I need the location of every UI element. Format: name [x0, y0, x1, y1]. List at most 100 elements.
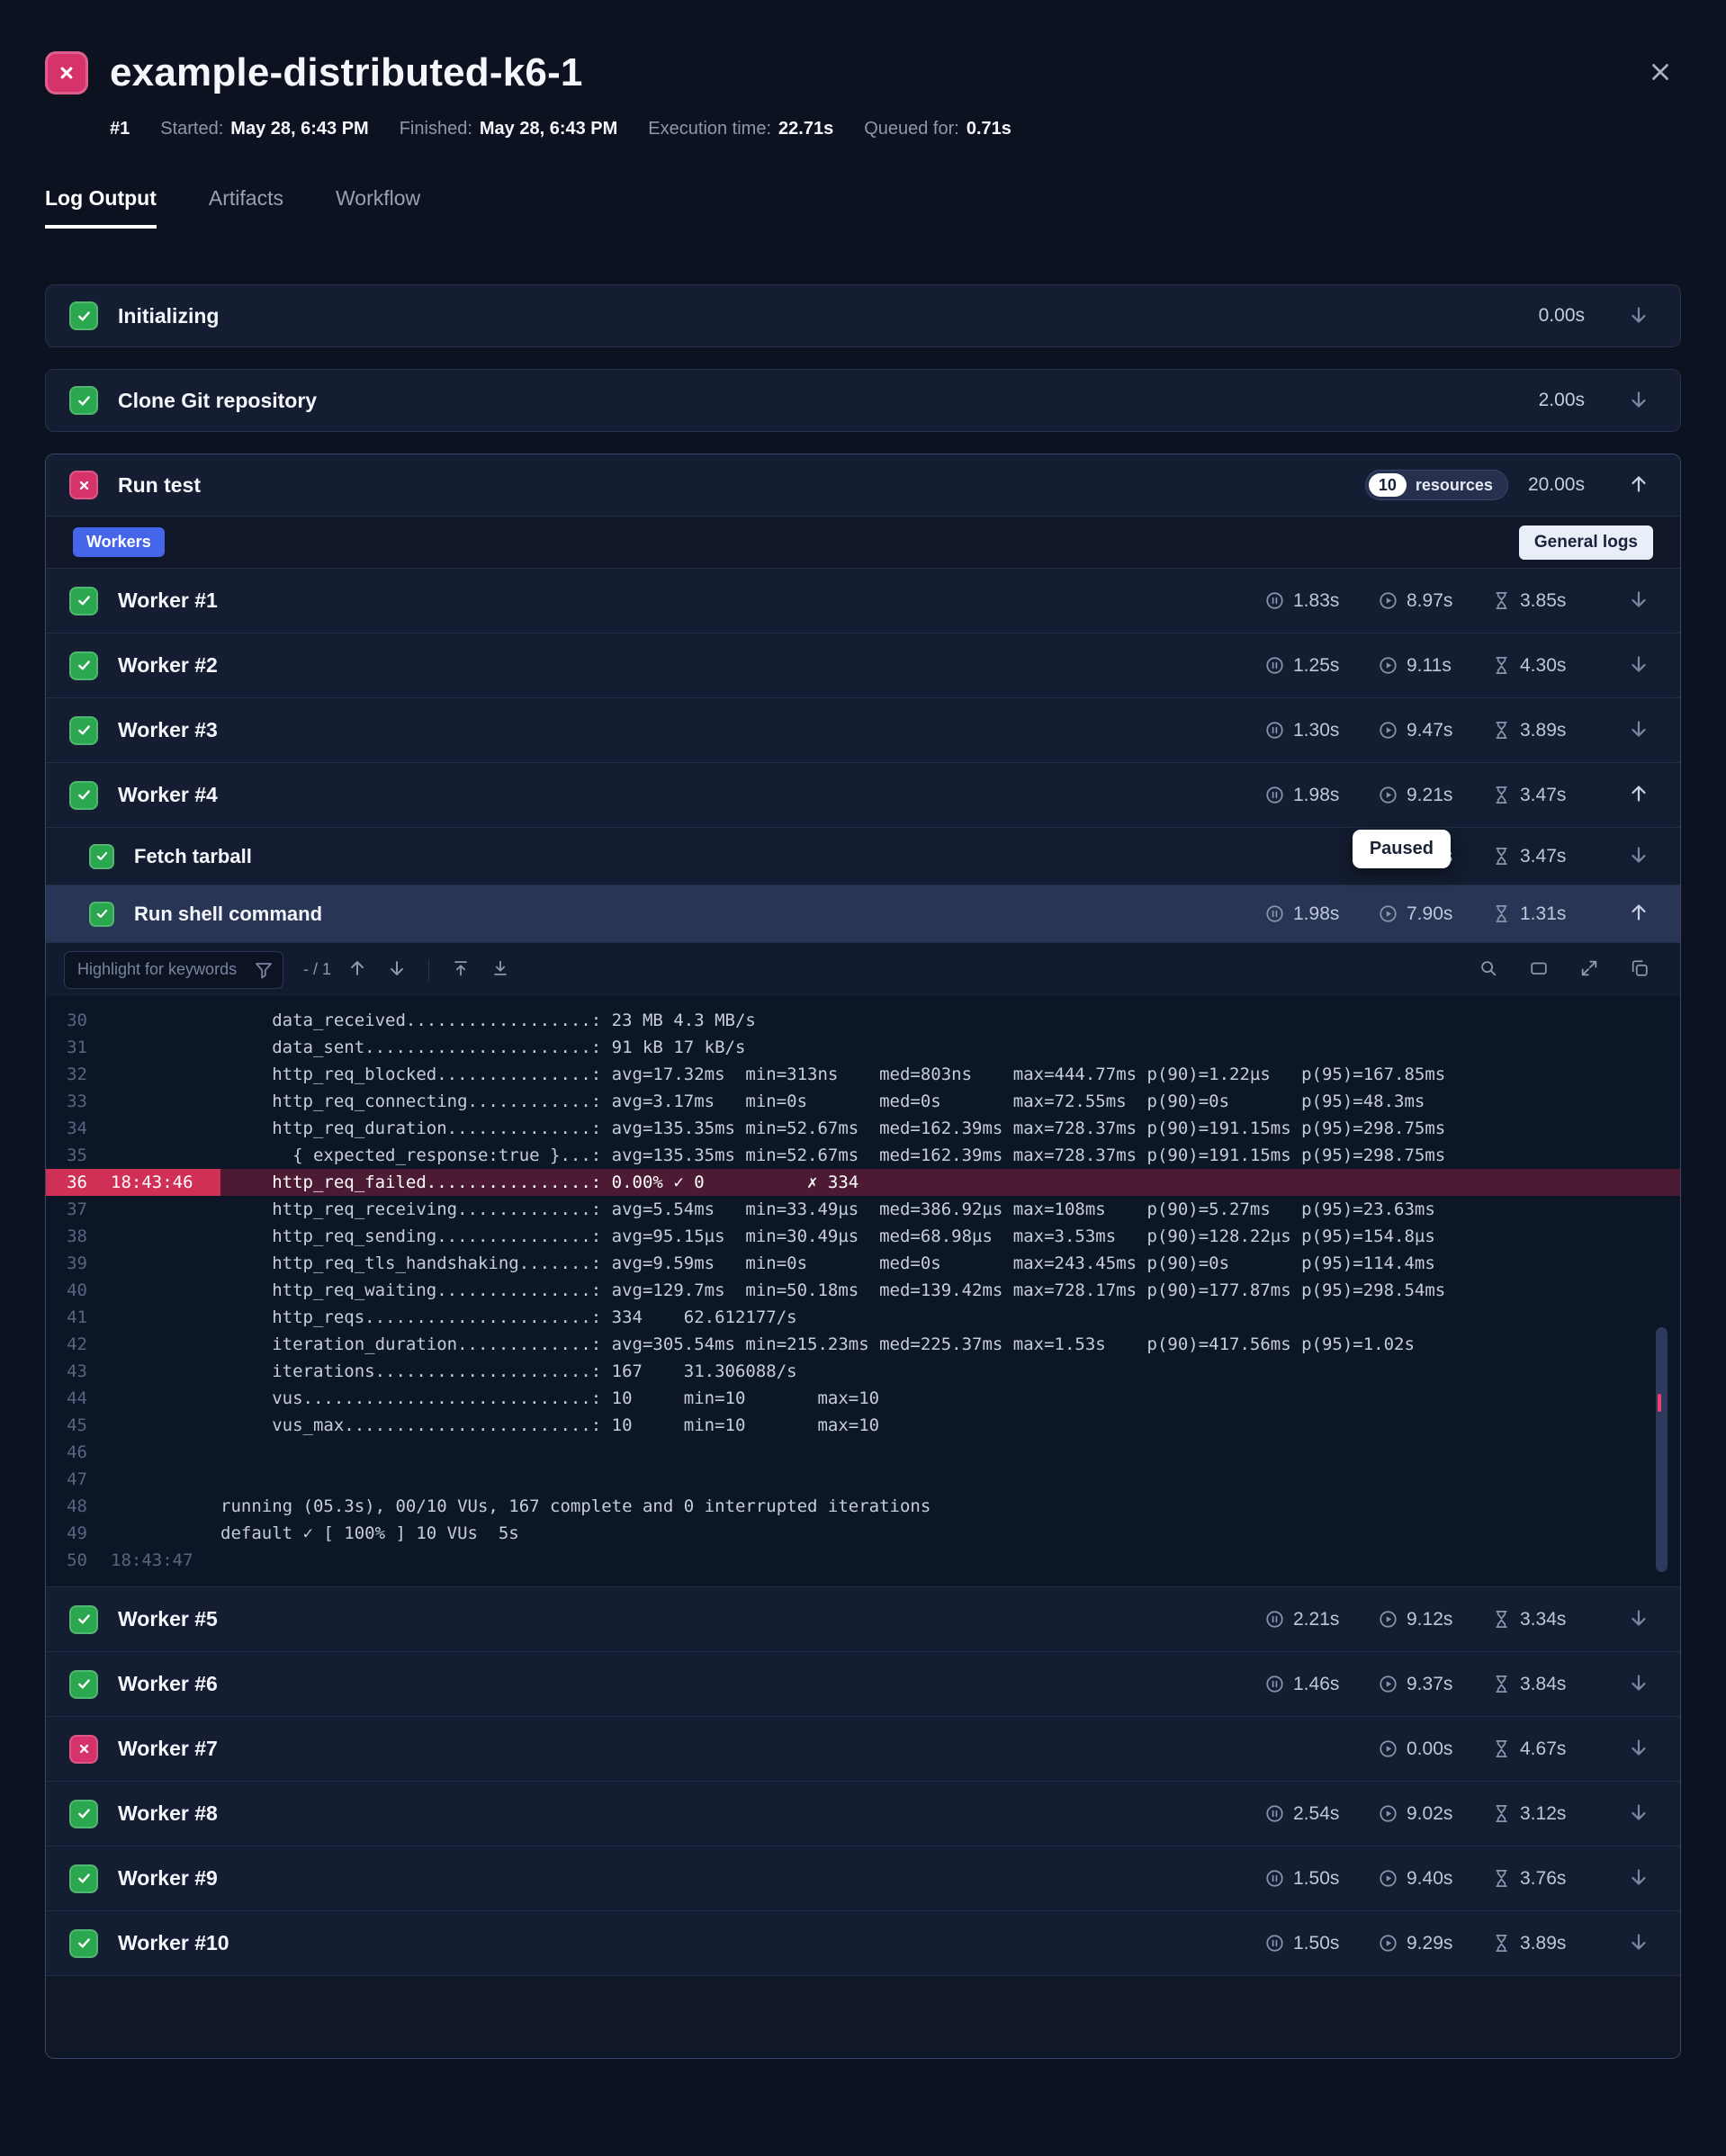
step-header-initializing[interactable]: Initializing 0.00s: [46, 285, 1680, 346]
step-header-clone-git-repository[interactable]: Clone Git repository 2.00s: [46, 370, 1680, 431]
run-test-toolbar: Workers General logs: [46, 516, 1680, 568]
log-line: 39 http_req_tls_handshaking.......: avg=…: [46, 1250, 1680, 1277]
close-button[interactable]: [1640, 52, 1681, 94]
worker-stats: 2.21s 9.12s 3.34s: [1264, 1609, 1605, 1630]
next-match-button[interactable]: [380, 953, 414, 987]
close-icon: [1647, 58, 1674, 88]
expand-arrow-button[interactable]: [1621, 1796, 1657, 1832]
line-number[interactable]: 50: [46, 1547, 87, 1574]
fullscreen-button[interactable]: [1572, 953, 1606, 987]
step-header-run-test[interactable]: Run test 10 resources 20.00s: [46, 454, 1680, 516]
line-timestamp: [87, 1088, 220, 1115]
line-number[interactable]: 49: [46, 1520, 87, 1547]
job-header: example-distributed-k6-1: [45, 50, 1681, 95]
expand-arrow-button[interactable]: [1621, 298, 1657, 334]
tab-artifacts[interactable]: Artifacts: [209, 186, 283, 229]
worker-row-10[interactable]: Worker #10 1.50s 9.29s 3.89s: [46, 1910, 1680, 1975]
line-number[interactable]: 32: [46, 1061, 87, 1088]
expand-arrow-button[interactable]: [1621, 713, 1657, 749]
line-number[interactable]: 37: [46, 1196, 87, 1223]
log-scrollbar[interactable]: [1656, 1327, 1668, 1572]
worker-row-5[interactable]: Worker #5 2.21s 9.12s 3.34s: [46, 1586, 1680, 1651]
failed-icon: [69, 471, 98, 499]
expand-arrow-button[interactable]: [1621, 583, 1657, 619]
waiting-duration: 3.12s: [1491, 1803, 1605, 1825]
tab-workflow[interactable]: Workflow: [336, 186, 420, 229]
line-number[interactable]: 44: [46, 1385, 87, 1412]
expand-arrow-button[interactable]: [1621, 382, 1657, 418]
line-text: http_req_duration..............: avg=135…: [220, 1115, 1680, 1142]
line-number[interactable]: 45: [46, 1412, 87, 1439]
line-number[interactable]: 38: [46, 1223, 87, 1250]
waiting-duration: 3.47s: [1491, 846, 1605, 867]
collapse-arrow-button[interactable]: [1621, 896, 1657, 932]
log-line: 33 http_req_connecting............: avg=…: [46, 1088, 1680, 1115]
search-logs-button[interactable]: [1471, 953, 1506, 987]
previous-match-button[interactable]: [340, 953, 374, 987]
paused-duration: 1.25s: [1264, 655, 1378, 677]
line-number[interactable]: 30: [46, 1007, 87, 1034]
play-icon: [1378, 1868, 1398, 1889]
success-icon: [69, 1864, 98, 1893]
chevron-up-icon: [1628, 902, 1650, 926]
worker-row-3[interactable]: Worker #3 1.30s 9.47s 3.89s: [46, 697, 1680, 762]
expand-arrow-button[interactable]: [1621, 1861, 1657, 1897]
jump-to-bottom-button[interactable]: [483, 953, 517, 987]
line-text: [220, 1439, 1680, 1466]
substep-fetch-tarball[interactable]: Paused Fetch tarball 0.00s 3.47s: [46, 827, 1680, 885]
substep-name: Fetch tarball: [134, 845, 252, 868]
paused-duration: 2.21s: [1264, 1609, 1378, 1630]
filter-funnel-icon[interactable]: [253, 959, 274, 981]
pause-icon: [1264, 655, 1285, 676]
expand-arrow-button[interactable]: [1621, 1602, 1657, 1638]
expand-arrow-button[interactable]: [1621, 648, 1657, 684]
line-number[interactable]: 33: [46, 1088, 87, 1115]
pause-icon: [1264, 1933, 1285, 1954]
worker-row-6[interactable]: Worker #6 1.46s 9.37s 3.84s: [46, 1651, 1680, 1716]
log-output: 30 data_received..................: 23 M…: [46, 996, 1680, 1586]
line-number[interactable]: 41: [46, 1304, 87, 1331]
worker-row-8[interactable]: Worker #8 2.54s 9.02s 3.12s: [46, 1781, 1680, 1846]
expand-arrow-button[interactable]: [1621, 1926, 1657, 1962]
play-icon: [1378, 720, 1398, 741]
line-number[interactable]: 42: [46, 1331, 87, 1358]
line-number[interactable]: 40: [46, 1277, 87, 1304]
running-duration: 7.90s: [1378, 903, 1491, 925]
line-number[interactable]: 34: [46, 1115, 87, 1142]
collapse-arrow-button[interactable]: [1621, 777, 1657, 813]
expand-arrow-button[interactable]: [1621, 1731, 1657, 1767]
collapse-arrow-button[interactable]: [1621, 467, 1657, 503]
expand-arrow-button[interactable]: [1621, 839, 1657, 875]
line-text: http_req_blocked...............: avg=17.…: [220, 1061, 1680, 1088]
worker-row-2[interactable]: Worker #2 1.25s 9.11s 4.30s: [46, 633, 1680, 697]
chevron-down-icon: [1628, 1607, 1650, 1631]
line-number[interactable]: 43: [46, 1358, 87, 1385]
play-icon: [1378, 785, 1398, 805]
line-number[interactable]: 36: [46, 1169, 87, 1196]
line-text: http_reqs......................: 334 62.…: [220, 1304, 1680, 1331]
line-number[interactable]: 39: [46, 1250, 87, 1277]
line-number[interactable]: 31: [46, 1034, 87, 1061]
worker-row-4[interactable]: Worker #4 1.98s 9.21s 3.47s: [46, 762, 1680, 827]
expand-arrow-button[interactable]: [1621, 1666, 1657, 1702]
workers-tab[interactable]: Workers: [73, 527, 165, 557]
jump-to-top-button[interactable]: [444, 953, 478, 987]
log-line: 35 { expected_response:true }...: avg=13…: [46, 1142, 1680, 1169]
highlight-keywords-input[interactable]: [64, 951, 283, 989]
hourglass-icon: [1491, 1803, 1512, 1824]
line-number[interactable]: 46: [46, 1439, 87, 1466]
chevron-down-icon: [1628, 389, 1650, 413]
pause-icon: [1264, 1803, 1285, 1824]
chevron-down-icon: [1628, 1737, 1650, 1761]
worker-row-1[interactable]: Worker #1 1.83s 8.97s 3.85s: [46, 568, 1680, 633]
substep-run-shell-command[interactable]: Run shell command 1.98s 7.90s 1.31s: [46, 885, 1680, 942]
line-number[interactable]: 48: [46, 1493, 87, 1520]
wrap-lines-button[interactable]: [1522, 953, 1556, 987]
tab-log-output[interactable]: Log Output: [45, 186, 157, 229]
worker-row-7[interactable]: Worker #7 0.00s 4.67s: [46, 1716, 1680, 1781]
line-number[interactable]: 47: [46, 1466, 87, 1493]
line-number[interactable]: 35: [46, 1142, 87, 1169]
worker-row-9[interactable]: Worker #9 1.50s 9.40s 3.76s: [46, 1846, 1680, 1910]
copy-logs-button[interactable]: [1623, 953, 1657, 987]
general-logs-button[interactable]: General logs: [1519, 526, 1653, 560]
